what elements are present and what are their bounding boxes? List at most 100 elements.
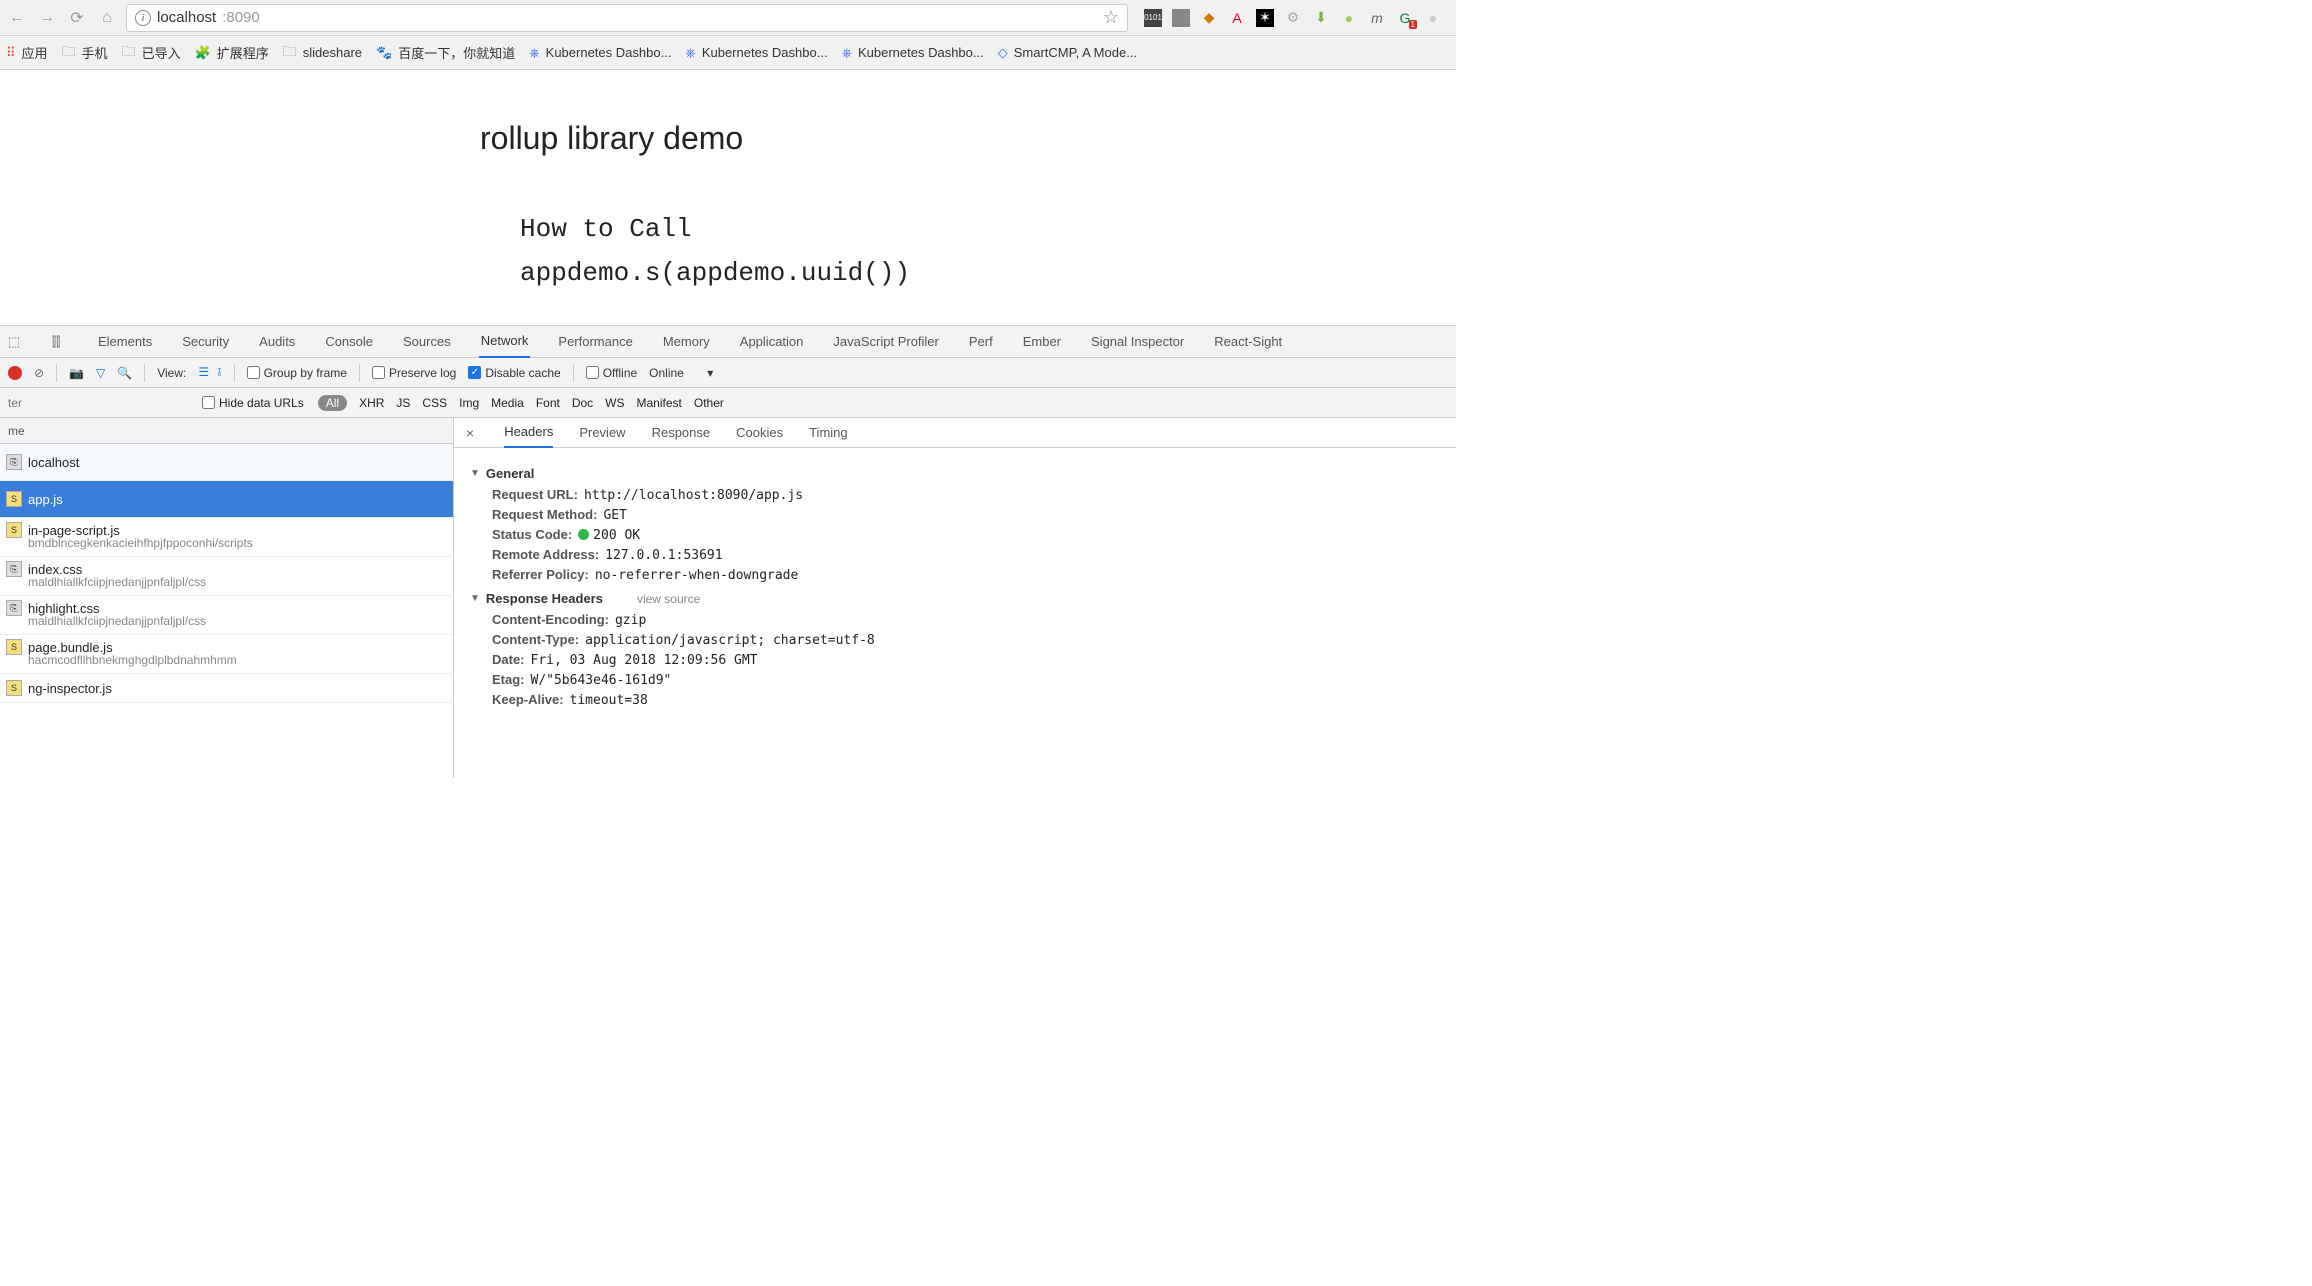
throttle-select[interactable]: Online ▾ (649, 366, 713, 380)
tab-sources[interactable]: Sources (401, 326, 453, 358)
disable-cache-check[interactable]: ✓Disable cache (468, 366, 560, 380)
tab-audits[interactable]: Audits (257, 326, 297, 358)
tab-application[interactable]: Application (738, 326, 806, 358)
tab-elements[interactable]: Elements (96, 326, 154, 358)
forward-button[interactable]: → (36, 7, 58, 29)
detail-tab-headers[interactable]: Headers (504, 418, 553, 448)
filter-other[interactable]: Other (694, 396, 724, 410)
ext-icon[interactable]: ● (1424, 9, 1442, 27)
bookmark-k8s[interactable]: ⎈Kubernetes Dashbo... (529, 45, 671, 61)
offline-check[interactable]: Offline (586, 366, 637, 380)
view-list-icon[interactable]: ☰ (198, 365, 209, 380)
ext-icon[interactable]: ◆ (1200, 9, 1218, 27)
detail-tab-timing[interactable]: Timing (809, 425, 848, 440)
filter-media[interactable]: Media (491, 396, 524, 410)
section-response-headers[interactable]: ▼Response Headersview source (470, 591, 1440, 606)
url-host: localhost (157, 9, 216, 26)
bookmark-label: 应用 (22, 43, 48, 62)
tab-react-sight[interactable]: React-Sight (1212, 326, 1284, 358)
record-button[interactable] (8, 366, 22, 380)
detail-tab-preview[interactable]: Preview (579, 425, 625, 440)
network-toolbar: ⊘ 📷 ▽ 🔍 View: ☰⫱ Group by frame Preserve… (0, 358, 1456, 388)
filter-all[interactable]: All (318, 395, 347, 411)
ext-icon[interactable]: m (1368, 9, 1386, 27)
info-icon[interactable]: i (135, 10, 151, 26)
filter-input[interactable] (8, 393, 188, 413)
folder-icon: 🗀 (62, 41, 76, 65)
detail-tab-cookies[interactable]: Cookies (736, 425, 783, 440)
devtools: ⬚ ⫿⫿ Elements Security Audits Console So… (0, 325, 1456, 778)
ext-icon[interactable]: ⚙ (1284, 9, 1302, 27)
ext-icon[interactable] (1172, 9, 1190, 27)
tab-network[interactable]: Network (479, 326, 531, 358)
detail-tab-response[interactable]: Response (652, 425, 711, 440)
filter-img[interactable]: Img (459, 396, 479, 410)
filter-font[interactable]: Font (536, 396, 560, 410)
tab-console[interactable]: Console (323, 326, 375, 358)
tab-jsprofiler[interactable]: JavaScript Profiler (831, 326, 940, 358)
ext-download-icon[interactable]: ⬇ (1312, 9, 1330, 27)
requests-header[interactable]: me (0, 418, 453, 444)
ext-icon[interactable]: ● (1340, 9, 1358, 27)
tab-ember[interactable]: Ember (1021, 326, 1063, 358)
k8s-icon: ⎈ (529, 45, 539, 61)
clear-icon[interactable]: ⊘ (34, 366, 44, 380)
ext-icon[interactable]: 0101 (1144, 9, 1162, 27)
tab-security[interactable]: Security (180, 326, 231, 358)
ext-icon[interactable]: ✶ (1256, 9, 1274, 27)
group-by-frame-check[interactable]: Group by frame (247, 366, 347, 380)
request-row[interactable]: Sapp.js (0, 481, 453, 518)
bookmark-apps[interactable]: ⠿应用 (6, 43, 48, 62)
hide-data-urls-check[interactable]: Hide data URLs (202, 396, 304, 410)
bookmark-extensions[interactable]: 🧩扩展程序 (195, 43, 269, 62)
camera-icon[interactable]: 📷 (69, 366, 84, 380)
request-row[interactable]: ⎘highlight.cssmaldlhiallkfciipjnedanjjpn… (0, 596, 453, 635)
js-icon: S (6, 639, 22, 655)
filter-ws[interactable]: WS (605, 396, 624, 410)
device-icon[interactable]: ⫿⫿ (52, 334, 70, 350)
tab-performance[interactable]: Performance (556, 326, 634, 358)
filter-js[interactable]: JS (396, 396, 410, 410)
preserve-log-check[interactable]: Preserve log (372, 366, 456, 380)
bookmark-folder[interactable]: 🗀已导入 (122, 41, 181, 65)
bookmark-label: 手机 (82, 43, 108, 62)
filter-manifest[interactable]: Manifest (637, 396, 682, 410)
inspect-icon[interactable]: ⬚ (8, 334, 26, 350)
tab-perf[interactable]: Perf (967, 326, 995, 358)
section-general[interactable]: ▼General (470, 466, 1440, 481)
tab-memory[interactable]: Memory (661, 326, 712, 358)
bookmark-folder[interactable]: 🗀 手机 (62, 41, 108, 65)
request-row[interactable]: Sin-page-script.jsbmdblncegkenkacieihfhp… (0, 518, 453, 557)
ext-angular-icon[interactable]: A (1228, 9, 1246, 27)
search-icon[interactable]: 🔍 (117, 366, 132, 380)
bookmark-label: 扩展程序 (217, 43, 269, 62)
baidu-icon: 🐾 (376, 45, 392, 61)
view-source-link[interactable]: view source (637, 592, 700, 606)
close-icon[interactable]: × (466, 425, 474, 441)
reload-button[interactable]: ⟳ (66, 7, 88, 29)
k8s-icon: ⎈ (685, 45, 695, 61)
filter-css[interactable]: CSS (422, 396, 447, 410)
filter-xhr[interactable]: XHR (359, 396, 384, 410)
address-bar[interactable]: i localhost:8090 ☆ (126, 4, 1128, 32)
bookmark-k8s[interactable]: ⎈Kubernetes Dashbo... (685, 45, 827, 61)
filter-icon[interactable]: ▽ (96, 366, 105, 380)
back-button[interactable]: ← (6, 7, 28, 29)
ext-icon[interactable]: G1 (1396, 9, 1414, 27)
tab-signal[interactable]: Signal Inspector (1089, 326, 1186, 358)
request-row[interactable]: ⎘index.cssmaldlhiallkfciipjnedanjjpnfalj… (0, 557, 453, 596)
view-detail-icon[interactable]: ⫱ (217, 365, 221, 380)
detail-body: ▼General Request URL:http://localhost:80… (454, 448, 1456, 722)
kv-row: Referrer Policy:no-referrer-when-downgra… (492, 567, 1440, 583)
request-row[interactable]: ⎘localhost (0, 444, 453, 481)
home-button[interactable]: ⌂ (96, 7, 118, 29)
bookmark-baidu[interactable]: 🐾百度一下，你就知道 (376, 43, 515, 62)
bookmark-folder[interactable]: 🗀slideshare (283, 41, 362, 65)
bookmark-k8s[interactable]: ⎈Kubernetes Dashbo... (842, 45, 984, 61)
bookmark-star-icon[interactable]: ☆ (1103, 7, 1119, 28)
request-row[interactable]: Sng-inspector.js (0, 674, 453, 703)
bookmark-smartcmp[interactable]: ◇SmartCMP, A Mode... (998, 45, 1137, 61)
filter-doc[interactable]: Doc (572, 396, 593, 410)
request-row[interactable]: Spage.bundle.jshacmcodfllhbnekmghgdlplbd… (0, 635, 453, 674)
detail-panel: × Headers Preview Response Cookies Timin… (454, 418, 1456, 778)
